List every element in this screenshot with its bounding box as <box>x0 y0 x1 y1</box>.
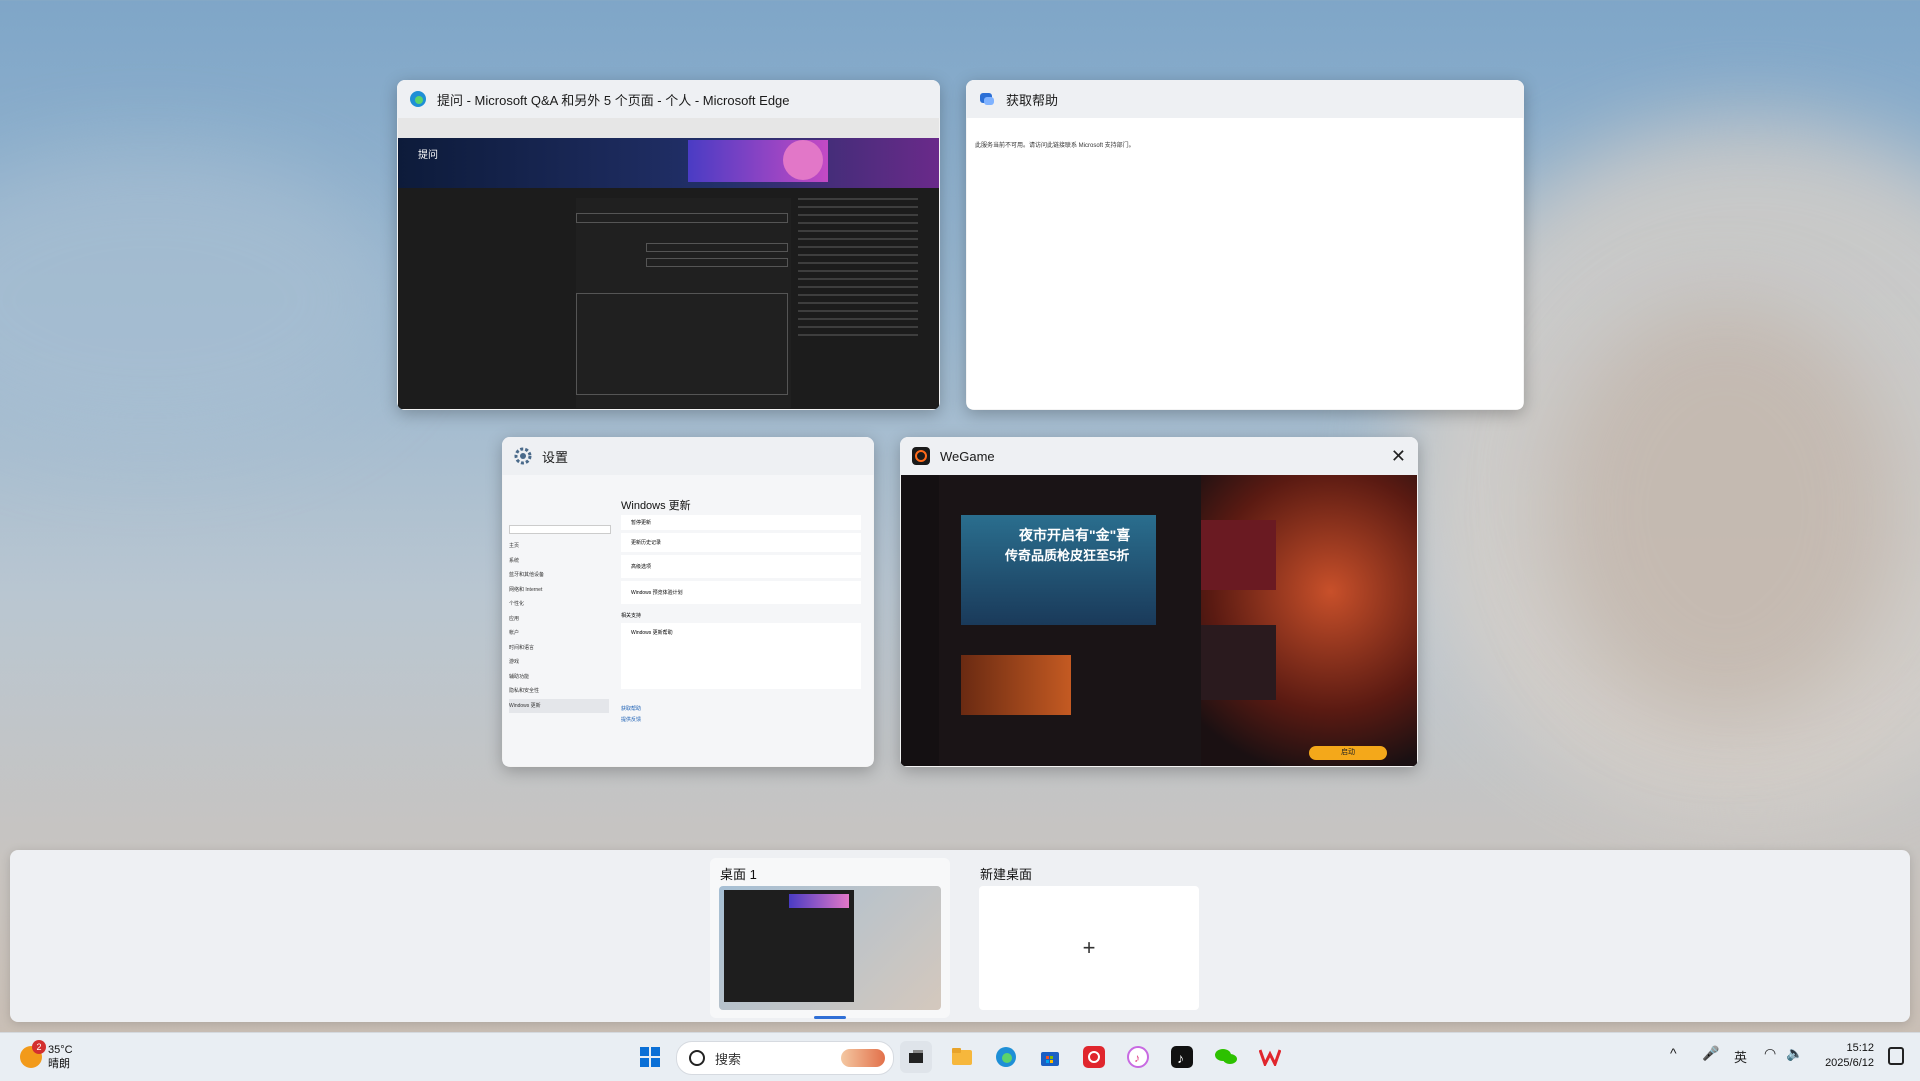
edge-window[interactable]: 提问 - Microsoft Q&A 和另外 5 个页面 - 个人 - Micr… <box>397 80 940 410</box>
settings-row[interactable]: 暂停更新 <box>621 515 861 530</box>
settings-nav-item[interactable]: 时间和语言 <box>509 641 609 656</box>
settings-nav-item-windows-update[interactable]: Windows 更新 <box>509 698 609 713</box>
wegame-title: WeGame <box>940 448 995 464</box>
settings-nav-item[interactable]: 隐私和安全性 <box>509 684 609 699</box>
clock[interactable]: 15:12 2025/6/12 <box>1818 1041 1874 1071</box>
settings-page-heading: Windows 更新 <box>621 500 691 512</box>
notification-icon[interactable] <box>1888 1047 1904 1065</box>
new-desktop-tile[interactable]: 新建桌面 + <box>970 858 1210 1018</box>
file-explorer-icon[interactable] <box>946 1041 978 1073</box>
settings-nav: 主页 系统 蓝牙和其他设备 网络和 Internet 个性化 应用 帐户 时间和… <box>509 539 609 713</box>
search-placeholder: 搜索 <box>715 1051 742 1067</box>
settings-nav-item[interactable]: 网络和 Internet <box>509 583 609 598</box>
edge-window-preview: 提问 <box>398 118 939 409</box>
settings-footer-link[interactable]: 提供反馈 <box>621 716 861 723</box>
edge-window-title: 提问 - Microsoft Q&A 和另外 5 个页面 - 个人 - Micr… <box>437 92 790 108</box>
settings-nav-item[interactable]: 个性化 <box>509 597 609 612</box>
desktop-1-active-indicator <box>814 1016 846 1019</box>
tiktok-icon[interactable]: ♪ <box>1166 1041 1198 1073</box>
get-help-title: 获取帮助 <box>1006 92 1059 108</box>
itunes-icon[interactable]: ♪ <box>1122 1041 1154 1073</box>
settings-nav-item[interactable]: 系统 <box>509 554 609 569</box>
weather-badge: 2 <box>32 1040 46 1054</box>
volume-icon[interactable]: 🔈 <box>1786 1045 1803 1062</box>
settings-nav-item[interactable]: 主页 <box>509 539 609 554</box>
search-icon <box>689 1050 705 1066</box>
weather-widget[interactable]: 2 35°C 晴朗 <box>20 1037 73 1077</box>
get-help-icon <box>978 90 996 108</box>
settings-preview: Windows 更新 主页 系统 蓝牙和其他设备 网络和 Internet 个性… <box>503 475 873 766</box>
settings-nav-item[interactable]: 蓝牙和其他设备 <box>509 568 609 583</box>
wifi-icon[interactable]: ◠ <box>1764 1045 1776 1062</box>
ime-indicator[interactable]: 英 <box>1734 1047 1747 1066</box>
gear-icon <box>514 447 532 465</box>
taskbar: 2 35°C 晴朗 搜索 ♪ ♪ ^ 🎤 英 ◠ 🔈 15:12 2025/6/… <box>0 1032 1920 1081</box>
virtual-desktops-bar: 桌面 1 新建桌面 + <box>10 850 1910 1022</box>
desktop-1-label: 桌面 1 <box>720 867 757 882</box>
settings-help-row[interactable]: Windows 更新帮助 <box>621 623 861 689</box>
netease-music-icon[interactable] <box>1078 1041 1110 1073</box>
weather-condition: 晴朗 <box>48 1058 70 1070</box>
desktop-1-tile[interactable]: 桌面 1 <box>710 858 950 1019</box>
get-help-window[interactable]: 获取帮助 此服务当前不可用。请访问此链接联系 Microsoft 支持部门。 <box>966 80 1524 410</box>
weather-temp: 35°C <box>48 1044 73 1056</box>
wegame-icon <box>912 447 930 465</box>
store-icon[interactable] <box>1034 1041 1066 1073</box>
close-icon[interactable]: ✕ <box>1391 446 1406 467</box>
settings-nav-item[interactable]: 辅助功能 <box>509 670 609 685</box>
settings-footer-link[interactable]: 获取帮助 <box>621 705 861 712</box>
wegame-launch-button[interactable]: 启动 <box>1309 746 1387 760</box>
task-view-icon[interactable] <box>900 1041 932 1073</box>
settings-related-heading: 相关支持 <box>621 613 642 619</box>
svg-text:♪: ♪ <box>1134 1051 1140 1065</box>
wegame-banner-subtext: 传奇品质枪皮狂至5折 <box>1005 548 1130 563</box>
clock-time: 15:12 <box>1846 1042 1874 1054</box>
plus-icon: + <box>1082 935 1096 960</box>
get-help-body-text: 此服务当前不可用。请访问此链接联系 Microsoft 支持部门。 <box>975 143 1135 149</box>
edge-icon[interactable] <box>990 1041 1022 1073</box>
microphone-icon[interactable]: 🎤 <box>1702 1045 1719 1062</box>
get-help-title-bar[interactable]: 获取帮助 <box>966 80 1524 118</box>
edge-icon <box>409 90 427 108</box>
svg-text:♪: ♪ <box>1177 1050 1184 1066</box>
wegame-title-bar[interactable]: WeGame ✕ <box>900 437 1418 475</box>
search-box[interactable]: 搜索 <box>676 1041 894 1075</box>
settings-nav-item[interactable]: 帐户 <box>509 626 609 641</box>
chevron-up-icon[interactable]: ^ <box>1670 1045 1677 1061</box>
clock-date: 2025/6/12 <box>1825 1057 1874 1069</box>
weather-sun-icon: 2 <box>20 1040 46 1068</box>
search-highlight-image <box>841 1049 885 1067</box>
wps-icon[interactable] <box>1254 1041 1286 1073</box>
wegame-preview: 夜市开启有"金"喜 传奇品质枪皮狂至5折 启动 <box>901 475 1417 766</box>
settings-row[interactable]: 高级选项 <box>621 555 861 578</box>
edge-page-heading: 提问 <box>418 150 438 161</box>
settings-title: 设置 <box>542 449 569 465</box>
desktop-1-preview <box>719 886 941 1010</box>
get-help-preview: 此服务当前不可用。请访问此链接联系 Microsoft 支持部门。 <box>967 118 1523 409</box>
wegame-window[interactable]: WeGame ✕ 夜市开启有"金"喜 传奇品质枪皮狂至5折 启动 <box>900 437 1418 767</box>
settings-row[interactable]: 更新历史记录 <box>621 533 861 552</box>
settings-window[interactable]: 设置 Windows 更新 主页 系统 蓝牙和其他设备 网络和 Internet… <box>502 437 874 767</box>
windows-start-icon[interactable] <box>634 1041 666 1073</box>
settings-title-bar[interactable]: 设置 <box>502 437 874 475</box>
settings-row[interactable]: Windows 预览体验计划 <box>621 581 861 604</box>
settings-nav-item[interactable]: 游戏 <box>509 655 609 670</box>
edge-window-title-bar[interactable]: 提问 - Microsoft Q&A 和另外 5 个页面 - 个人 - Micr… <box>397 80 940 118</box>
new-desktop-button[interactable]: + <box>979 886 1199 1010</box>
new-desktop-label: 新建桌面 <box>980 867 1033 882</box>
wegame-banner-text: 夜市开启有"金"喜 <box>1019 527 1131 543</box>
wechat-icon[interactable] <box>1210 1041 1242 1073</box>
settings-nav-item[interactable]: 应用 <box>509 612 609 627</box>
